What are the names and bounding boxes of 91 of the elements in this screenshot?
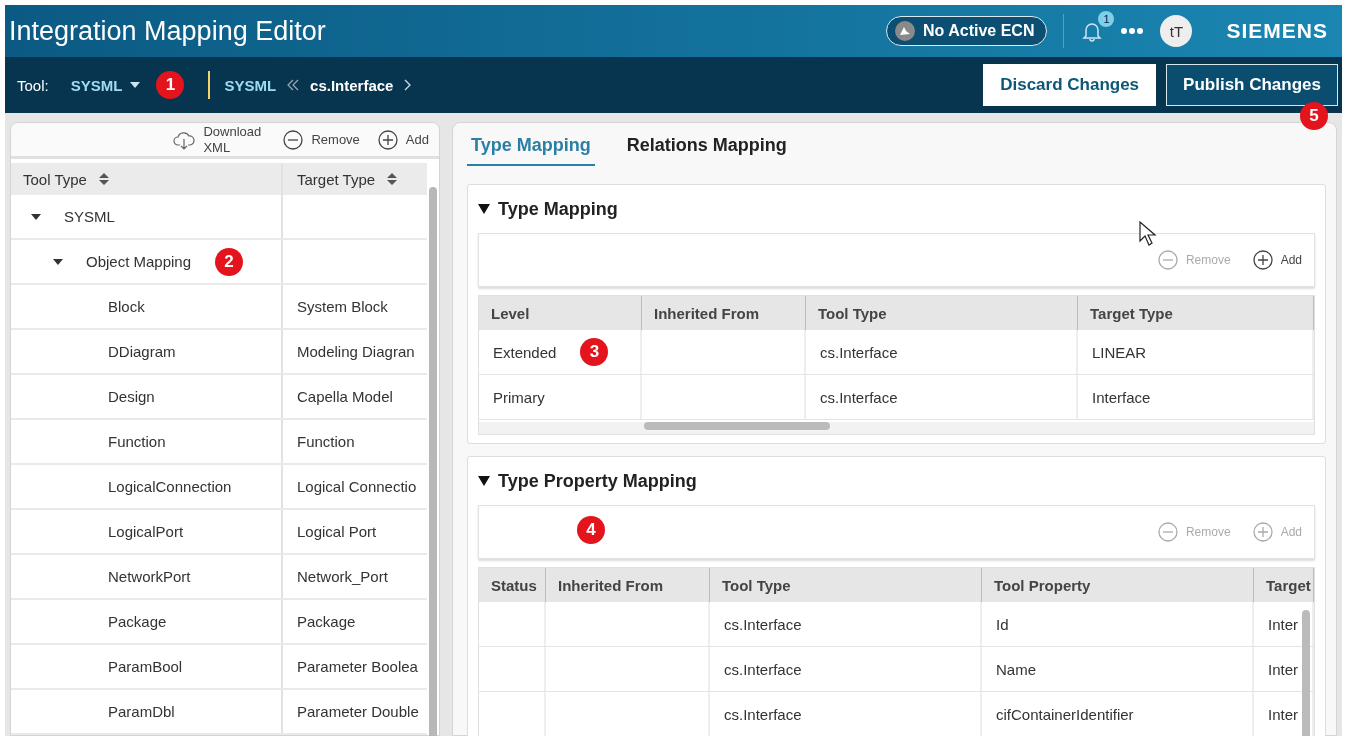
- table-cell: Inter: [1268, 615, 1298, 633]
- tab[interactable]: Relations Mapping: [622, 131, 791, 166]
- column-header[interactable]: Tool Type: [806, 296, 1078, 330]
- tree-item[interactable]: LogicalPort: [108, 523, 184, 540]
- tree-item[interactable]: DDiagram: [108, 343, 176, 360]
- plus-circle-icon: [377, 129, 398, 150]
- table-cell: Interface: [1092, 388, 1151, 406]
- publish-button[interactable]: Publish Changes: [1166, 64, 1338, 106]
- user-avatar[interactable]: tT: [1160, 15, 1193, 47]
- table-cell: Primary: [493, 388, 545, 406]
- table-cell: Logical Port: [297, 523, 377, 540]
- table-cell: Inter: [1268, 705, 1298, 723]
- table-cell: Inter: [1268, 660, 1298, 678]
- tool-dropdown[interactable]: SYSML: [64, 75, 147, 95]
- sort-icon: [98, 172, 109, 186]
- tree-item[interactable]: Object Mapping: [86, 253, 192, 270]
- tree-item[interactable]: ParamDbl: [108, 703, 175, 720]
- minus-circle-icon: [283, 129, 304, 150]
- tab[interactable]: Type Mapping: [467, 131, 595, 166]
- scrollbar[interactable]: [429, 187, 437, 736]
- tree-item[interactable]: NetworkPort: [108, 568, 191, 585]
- breadcrumb-link[interactable]: SYSML: [224, 76, 277, 94]
- column-header[interactable]: Target: [1254, 568, 1314, 602]
- column-header[interactable]: Target Type: [1078, 296, 1314, 330]
- minus-circle-icon: [1157, 250, 1178, 270]
- collapse-triangle-icon[interactable]: [478, 476, 490, 486]
- table-cell: Parameter Boolea: [297, 658, 418, 675]
- notification-count: 1: [1098, 11, 1115, 27]
- scrollbar[interactable]: [644, 422, 830, 430]
- annotation-marker: 1: [156, 71, 185, 99]
- ecn-button[interactable]: No Active ECN: [886, 16, 1048, 46]
- table-cell: Modeling Diagran: [297, 343, 415, 360]
- tree-item[interactable]: LogicalConnection: [108, 478, 232, 495]
- brand-logo: SIEMENS: [1226, 19, 1328, 43]
- tree-item[interactable]: ParamBool: [108, 658, 183, 675]
- column-header[interactable]: Inherited From: [546, 568, 710, 602]
- plus-circle-icon: [1252, 522, 1273, 542]
- minus-circle-icon: [1157, 522, 1178, 542]
- table-cell: cs.Interface: [724, 615, 802, 633]
- column-header[interactable]: Level: [479, 296, 642, 330]
- ecn-icon: [895, 21, 916, 41]
- table-cell: LINEAR: [1092, 343, 1147, 361]
- annotation-marker: 4: [577, 516, 605, 544]
- tree-item[interactable]: Package: [108, 613, 167, 630]
- app-title: Integration Mapping Editor: [9, 15, 326, 47]
- table-cell: Logical Connectio: [297, 478, 417, 495]
- caret-icon[interactable]: [53, 258, 63, 265]
- more-icon[interactable]: [1120, 27, 1145, 35]
- caret-icon: [130, 82, 141, 88]
- table-cell: Id: [996, 615, 1009, 633]
- table-cell: cs.Interface: [820, 388, 898, 406]
- table-cell: cs.Interface: [820, 343, 898, 361]
- table-cell: Function: [297, 433, 355, 450]
- table-cell: Parameter Double: [297, 703, 419, 720]
- table-cell: Capella Model: [297, 388, 393, 405]
- annotation-marker: 3: [580, 338, 609, 366]
- scrollbar[interactable]: [1302, 610, 1310, 736]
- mouse-pointer-icon: [1139, 221, 1157, 247]
- tree-item[interactable]: Design: [108, 388, 155, 405]
- column-header[interactable]: Tool Type: [710, 568, 982, 602]
- table-cell: Extended: [493, 343, 557, 361]
- annotation-marker: 2: [215, 247, 244, 276]
- collapse-triangle-icon[interactable]: [478, 204, 490, 214]
- column-header[interactable]: Target Type: [283, 163, 427, 195]
- table-cell: cs.Interface: [724, 705, 802, 723]
- table-cell: Network_Port: [297, 568, 388, 585]
- column-header[interactable]: Tool Property: [982, 568, 1254, 602]
- column-header[interactable]: Inherited From: [642, 296, 806, 330]
- column-header[interactable]: Tool Type: [11, 163, 283, 195]
- tree-item[interactable]: SYSML: [64, 208, 115, 225]
- breadcrumb-link[interactable]: cs.Interface: [310, 76, 394, 94]
- tool-label: Tool:: [17, 76, 49, 94]
- table-cell: cs.Interface: [724, 660, 802, 678]
- table-cell: Package: [297, 613, 356, 630]
- section-title: Type Property Mapping: [498, 470, 697, 492]
- column-header[interactable]: Status: [479, 568, 546, 602]
- tree-item[interactable]: Function: [108, 433, 166, 450]
- tree-item[interactable]: Block: [108, 298, 145, 315]
- table-cell: System Block: [297, 298, 388, 315]
- remove-button[interactable]: Remove: [283, 129, 360, 150]
- download-button[interactable]: Download XML: [173, 123, 266, 156]
- table-cell: Name: [996, 660, 1036, 678]
- add-button[interactable]: Add: [377, 129, 429, 150]
- discard-button[interactable]: Discard Changes: [983, 64, 1157, 106]
- double-chevron-icon: [286, 78, 301, 92]
- plus-circle-icon: [1252, 250, 1273, 270]
- caret-icon[interactable]: [31, 213, 41, 220]
- section-title: Type Mapping: [498, 198, 618, 220]
- table-cell: cifContainerIdentifier: [996, 705, 1134, 723]
- sort-icon: [387, 172, 398, 186]
- add-button[interactable]: Add: [1252, 250, 1302, 270]
